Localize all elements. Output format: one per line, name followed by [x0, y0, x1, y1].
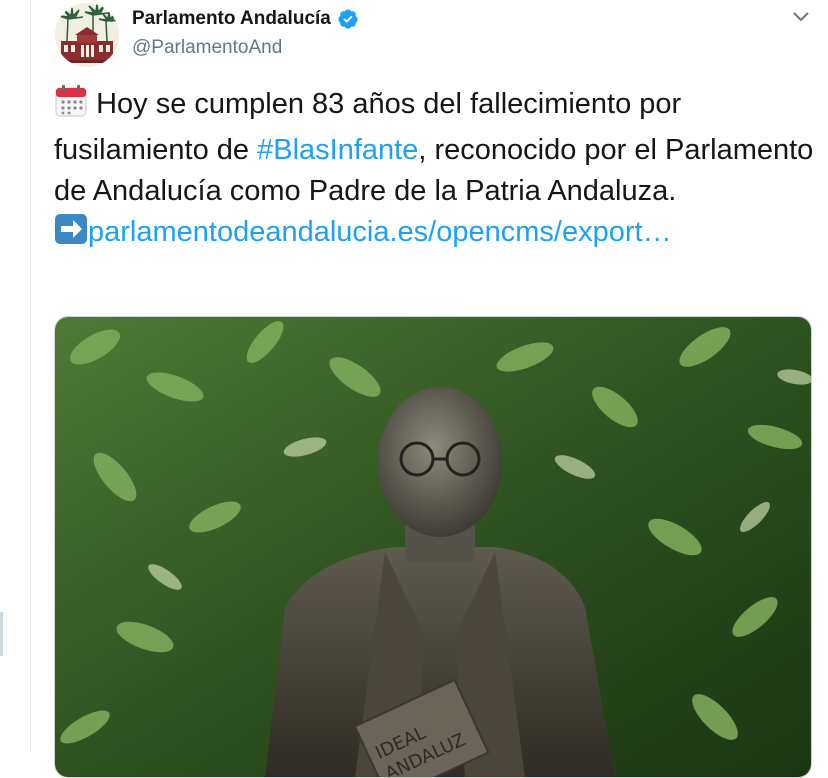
tweet-photo[interactable]: IDEAL ANDALUZ [54, 316, 812, 778]
chevron-down-icon[interactable] [792, 10, 810, 22]
hashtag-link[interactable]: #BlasInfante [257, 134, 418, 166]
author-display-name[interactable]: Parlamento Andalucía [132, 8, 331, 30]
calendar-icon [54, 84, 88, 130]
tweet-text: Hoy se cumplen 83 años del fallecimiento… [54, 84, 814, 258]
left-edge-marker [0, 612, 3, 656]
author-handle[interactable]: @ParlamentoAnd [132, 37, 282, 59]
external-link[interactable]: parlamentodeandalucia.es/opencms/export… [88, 216, 672, 248]
author-avatar[interactable] [55, 3, 119, 67]
timeline-divider [30, 0, 31, 753]
parliament-building-icon [55, 3, 119, 67]
bronze-statue-bust-photo: IDEAL ANDALUZ [55, 317, 811, 777]
author-name-row[interactable]: Parlamento Andalucía [132, 8, 359, 30]
verified-badge-icon [337, 8, 359, 30]
right-arrow-icon [54, 212, 88, 258]
